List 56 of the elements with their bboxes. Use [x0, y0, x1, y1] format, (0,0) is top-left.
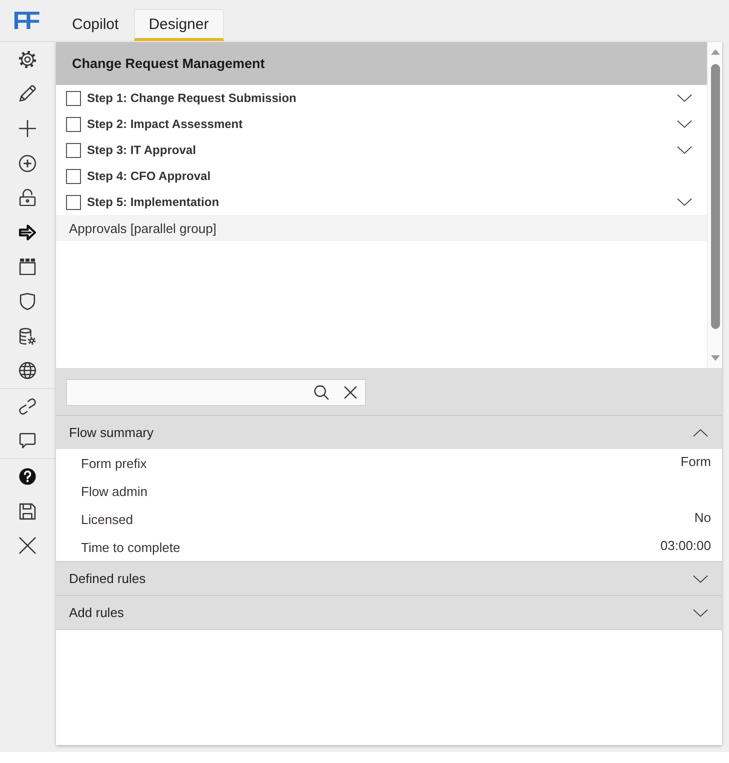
section-header[interactable]: Add rules	[56, 595, 722, 629]
step-label[interactable]: Step 4: CFO Approval	[87, 169, 692, 183]
chevron-down-icon[interactable]	[677, 94, 692, 102]
checkbox[interactable]	[66, 168, 81, 184]
pencil-icon[interactable]	[19, 85, 36, 102]
link-icon[interactable]	[19, 398, 36, 415]
search-field[interactable]	[66, 379, 366, 406]
section-title: Flow summary	[69, 425, 155, 440]
chevron-down-icon[interactable]	[677, 120, 692, 128]
property-value: 03:00:00	[660, 538, 711, 552]
gear-icon[interactable]	[19, 50, 36, 68]
chevron-up-icon[interactable]	[693, 428, 708, 436]
property-label: Time to complete	[81, 540, 180, 554]
section-title: Defined rules	[69, 571, 147, 586]
window-icon[interactable]	[19, 258, 36, 276]
globe-icon[interactable]	[19, 362, 36, 380]
checkbox[interactable]	[66, 116, 81, 132]
step-label[interactable]: Step 1: Change Request Submission	[87, 91, 677, 105]
tab[interactable]: Designer	[134, 9, 224, 41]
close-icon[interactable]	[344, 386, 357, 399]
step-label[interactable]: Step 2: Impact Assessment	[87, 117, 677, 131]
chevron-down-icon[interactable]	[693, 574, 708, 582]
right-arrow-icon[interactable]	[19, 224, 36, 241]
step-label[interactable]: Step 3: IT Approval	[87, 143, 677, 157]
property-label: Licensed	[81, 512, 134, 526]
padlock-icon[interactable]	[19, 189, 36, 206]
search-icon[interactable]	[314, 385, 329, 400]
database-gear-icon[interactable]	[19, 328, 36, 345]
tab[interactable]: Copilot	[57, 9, 134, 41]
section-header[interactable]: Flow summary	[56, 416, 722, 449]
speech-bubble-icon[interactable]	[19, 432, 36, 450]
checkbox[interactable]	[66, 90, 81, 106]
plus-circle-icon[interactable]	[19, 154, 36, 172]
plus-icon[interactable]	[19, 120, 36, 137]
checkbox[interactable]	[66, 142, 81, 158]
property-value: Form	[680, 454, 711, 468]
scroll-up-icon[interactable]	[710, 49, 720, 55]
chevron-down-icon[interactable]	[693, 608, 708, 616]
step-label[interactable]: Step 5: Implementation	[87, 195, 677, 209]
scrollbar-thumb[interactable]	[710, 64, 720, 329]
property-label: Form prefix	[81, 456, 147, 470]
scroll-down-icon[interactable]	[710, 355, 720, 361]
property-value: No	[694, 510, 711, 524]
shield-icon[interactable]	[19, 292, 36, 310]
help-icon[interactable]	[19, 468, 36, 485]
section-title: Add rules	[69, 605, 125, 620]
section-header[interactable]: Defined rules	[56, 561, 722, 595]
property-label: Flow admin	[81, 484, 148, 498]
chevron-down-icon[interactable]	[677, 146, 692, 154]
flow-header: Change Request Management	[56, 42, 707, 85]
close-icon[interactable]	[19, 537, 36, 554]
checkbox[interactable]	[66, 194, 81, 210]
group-row[interactable]: Approvals [parallel group]	[56, 215, 707, 241]
scrollbar[interactable]	[707, 42, 722, 368]
chevron-down-icon[interactable]	[677, 198, 692, 206]
app-logo: FF	[12, 6, 39, 36]
